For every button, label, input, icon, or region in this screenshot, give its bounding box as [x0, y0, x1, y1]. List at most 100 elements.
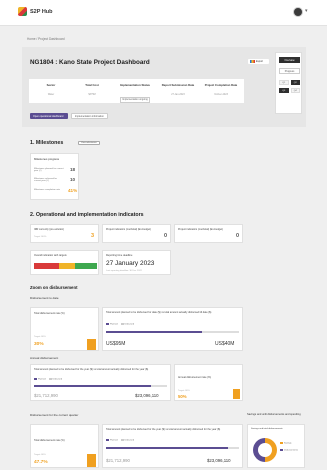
card-title: Reporting time deadline — [106, 254, 133, 257]
target-label: Target: 80% — [34, 336, 46, 338]
amount-left: $21,712,990 — [106, 458, 130, 463]
project-info-table: Sector Water Total Cost $375M Implementa… — [29, 79, 244, 103]
top-bar: S2P Hub ▾ — [0, 0, 327, 26]
export-button[interactable]: Export — [248, 59, 269, 64]
card-title: Total disbursement rate (%) — [34, 312, 65, 315]
legend-label: Planned — [110, 323, 118, 326]
page-title: NG1804 : Kano State Project Dashboard — [30, 59, 150, 66]
chart-legend: Planned Disbursed — [106, 323, 134, 326]
operational-dashboard-button[interactable]: Open operational dashboard — [30, 113, 68, 119]
disbursement-title: Zoom on disbursement — [30, 285, 78, 290]
legend-item: Planned — [34, 378, 46, 381]
legend-label: Disbursed — [124, 439, 134, 442]
chart-legend: Planned Disbursed — [106, 439, 134, 442]
milestone-row-label: Milestones planned for current year (#) — [34, 168, 64, 172]
card-title: Total amount planned to be disbursed for… — [106, 428, 221, 431]
annual-disbursement-card: Total amount planned to be disbursed for… — [30, 364, 171, 401]
info-col-head: Implementation Status — [120, 83, 150, 87]
legend-item: Disbursements — [280, 448, 298, 451]
avatar[interactable] — [293, 7, 303, 17]
savings-head: Savings and unlit disbursements and spen… — [247, 413, 301, 416]
info-col-report-date: Report Submission Date 27-Jan-2023 — [158, 83, 198, 96]
card-title: Milestones progress — [34, 157, 60, 161]
card-title: Overall indication with targets — [34, 254, 67, 257]
legend-label: Disbursed — [52, 378, 62, 381]
milestone-row-label: Milestones achieved for current year (#) — [34, 178, 57, 182]
card-title: Total disbursement rate (%) — [34, 439, 65, 442]
chart-legend: Planned Disbursed — [34, 378, 62, 381]
info-col-head: Total Cost — [85, 83, 99, 87]
indicator-card: IRR currently (pre-solution) Target 100%… — [30, 224, 99, 243]
deadline-date: 27 January 2023 — [106, 260, 155, 267]
indicator-label: Project indicators (met/total) (Ex-budge… — [106, 228, 151, 231]
breadcrumb-bar: Home / Project Dashboard — [0, 37, 327, 45]
breadcrumb[interactable]: Home / Project Dashboard — [27, 37, 65, 41]
annual-bar — [34, 385, 167, 387]
chevron-down-icon[interactable]: ▾ — [305, 8, 308, 14]
status-badge: Implementation ongoing — [120, 96, 150, 103]
quarter-option[interactable]: Q2 — [290, 80, 300, 85]
quarter-selector-row: Q3 Q4 — [279, 88, 300, 93]
legend-item: Disbursed — [120, 439, 134, 442]
quarter-total-card: Total disbursement rate (%) Target: 80% … — [30, 424, 99, 468]
quarter-option[interactable]: Q4 — [290, 88, 300, 93]
info-col-value: 31-Dec-2023 — [214, 93, 228, 96]
legend-item: Disbursed — [48, 378, 62, 381]
target-label: Target: 80% — [34, 454, 46, 456]
quarter-option[interactable]: Q3 — [279, 88, 289, 93]
deadline-sub: Last reporting deadline: 30 Dec 2022 — [106, 270, 142, 272]
amount-left: US$95M — [106, 341, 126, 347]
overview-button[interactable]: Overview — [279, 57, 300, 63]
quarter-selector-row: Q1 Q2 — [279, 80, 300, 85]
indicator-value: 0 — [164, 233, 168, 239]
app-logo[interactable]: S2P Hub — [18, 7, 53, 16]
percent-value: 47.7% — [34, 460, 48, 465]
milestone-row-value: 10 — [70, 177, 76, 182]
amount-right: $23,096,110 — [207, 458, 231, 463]
export-label: Export — [256, 60, 263, 63]
quarter-bar-fill — [106, 447, 229, 449]
view-milestones-chip[interactable]: View milestones — [78, 141, 100, 145]
legend-item: Disbursed — [120, 323, 134, 326]
savings-card: Savings and total disbursements Savings … — [247, 424, 305, 468]
indicators-title: 2. Operational and implementation indica… — [30, 212, 144, 218]
info-col-value: Water — [47, 93, 55, 96]
implementation-info-button[interactable]: Implementation information — [71, 113, 108, 119]
amount-right: US$40M — [215, 341, 235, 347]
chart-legend: Savings Disbursements — [280, 442, 298, 451]
milestone-row-value: 18 — [70, 167, 76, 172]
legend-label: Disbursed — [124, 323, 134, 326]
progress-button[interactable]: Progress — [279, 68, 300, 74]
milestones-card: Milestones progress Milestones planned f… — [30, 153, 79, 200]
target-label: Target: 80% — [178, 390, 190, 392]
info-col-head: Report Submission Date — [161, 83, 195, 87]
indicator-value: 0 — [236, 233, 240, 239]
milestone-row-label: Milestones completion rate — [34, 189, 61, 191]
info-col-value: $375M — [88, 93, 96, 96]
indicator-card: Project indicators (met/total) (Ex-budge… — [102, 224, 171, 243]
card-title: Total amount planned to be disbursed for… — [34, 368, 149, 371]
quarter-option[interactable]: Q1 — [279, 80, 289, 85]
legend-item: Planned — [106, 439, 118, 442]
logo-icon — [18, 7, 27, 16]
info-col-value: 27-Jan-2023 — [171, 93, 185, 96]
quarter-bar — [106, 447, 239, 449]
quarter-disbursement-head: Disbursement for the current quarter — [30, 413, 79, 417]
savings-donut-chart — [253, 438, 277, 462]
info-col-status: Implementation Status Implementation ong… — [115, 83, 155, 105]
overall-indication-card: Overall indication with targets — [30, 250, 99, 275]
planned-vs-disbursed-card: Total amount planned to be disbursed for… — [102, 307, 243, 351]
traffic-amber — [59, 263, 75, 269]
progress-square — [87, 339, 96, 350]
percent-value: 50% — [178, 394, 187, 399]
info-col-head: Sector — [46, 83, 56, 87]
progress-square — [233, 389, 240, 399]
flag-icon — [250, 60, 255, 63]
info-col-sector: Sector Water — [31, 83, 71, 96]
project-header: NG1804 : Kano State Project Dashboard Ex… — [22, 47, 306, 127]
traffic-green — [74, 263, 97, 269]
amount-left: $21,712,990 — [34, 393, 58, 398]
indicator-card: Project indicators (met/total) (Ex-budge… — [174, 224, 243, 243]
reporting-deadline-card: Reporting time deadline 27 January 2023 … — [102, 250, 171, 275]
app-name: S2P Hub — [30, 8, 53, 15]
